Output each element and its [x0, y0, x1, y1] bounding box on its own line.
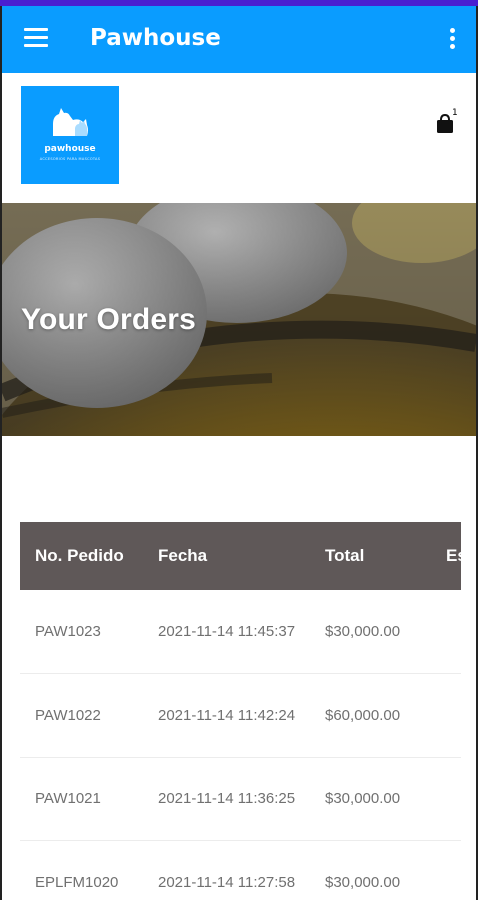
- header-total: Total: [325, 546, 365, 565]
- order-date-cell: 2021-11-14 11:45:37: [158, 623, 296, 640]
- header-status: Es: [446, 546, 461, 565]
- dog-cat-logo-icon: [53, 108, 88, 136]
- order-date-cell: 2021-11-14 11:42:24: [158, 706, 296, 724]
- order-number-cell: PAW1023: [35, 623, 101, 640]
- orders-table: No. Pedido Fecha Total Es PAW1023 2021-1…: [20, 522, 461, 900]
- app-title: Pawhouse: [90, 25, 221, 51]
- order-number-cell: PAW1022: [35, 706, 101, 724]
- page-title: Your Orders: [21, 303, 197, 336]
- header-date: Fecha: [158, 546, 208, 565]
- order-total-cell: $30,000.00: [325, 873, 401, 891]
- hamburger-menu-icon[interactable]: [24, 28, 48, 48]
- cart-button[interactable]: 1: [436, 108, 460, 135]
- order-number-cell: PAW1021: [35, 790, 101, 808]
- order-status-cell: [446, 757, 461, 841]
- hero-banner: Your Orders: [2, 203, 476, 436]
- more-vert-icon[interactable]: [450, 28, 456, 52]
- store-header: pawhouse ACCESORIOS PARA MASCOTAS 1: [2, 73, 476, 203]
- table-row[interactable]: EPLFM1020 2021-11-14 11:27:58 $30,000.00: [20, 841, 461, 900]
- orders-table-container[interactable]: No. Pedido Fecha Total Es PAW1023 2021-1…: [20, 522, 461, 900]
- table-header-row: No. Pedido Fecha Total Es: [20, 522, 461, 590]
- order-date-cell: 2021-11-14 11:27:58: [158, 873, 296, 891]
- order-status-cell: [446, 674, 461, 758]
- app-bar: Pawhouse: [2, 6, 476, 73]
- pawhouse-logo[interactable]: pawhouse ACCESORIOS PARA MASCOTAS: [21, 86, 119, 184]
- order-date-cell: 2021-11-14 11:36:25: [158, 790, 296, 808]
- order-status-cell: [446, 590, 461, 674]
- order-total-cell: $30,000.00: [325, 790, 401, 808]
- table-row[interactable]: PAW1023 2021-11-14 11:45:37 $30,000.00: [20, 590, 461, 674]
- logo-text: pawhouse: [44, 144, 96, 154]
- cart-count-badge: 1: [452, 108, 458, 118]
- order-total-cell: $60,000.00: [325, 706, 401, 724]
- table-row[interactable]: PAW1021 2021-11-14 11:36:25 $30,000.00: [20, 757, 461, 841]
- header-order-number: No. Pedido: [35, 546, 124, 565]
- order-total-cell: $30,000.00: [325, 623, 401, 640]
- order-number-cell: EPLFM1020: [35, 873, 119, 891]
- logo-subtext: ACCESORIOS PARA MASCOTAS: [39, 157, 101, 161]
- order-status-cell: [446, 841, 461, 900]
- table-row[interactable]: PAW1022 2021-11-14 11:42:24 $60,000.00: [20, 674, 461, 758]
